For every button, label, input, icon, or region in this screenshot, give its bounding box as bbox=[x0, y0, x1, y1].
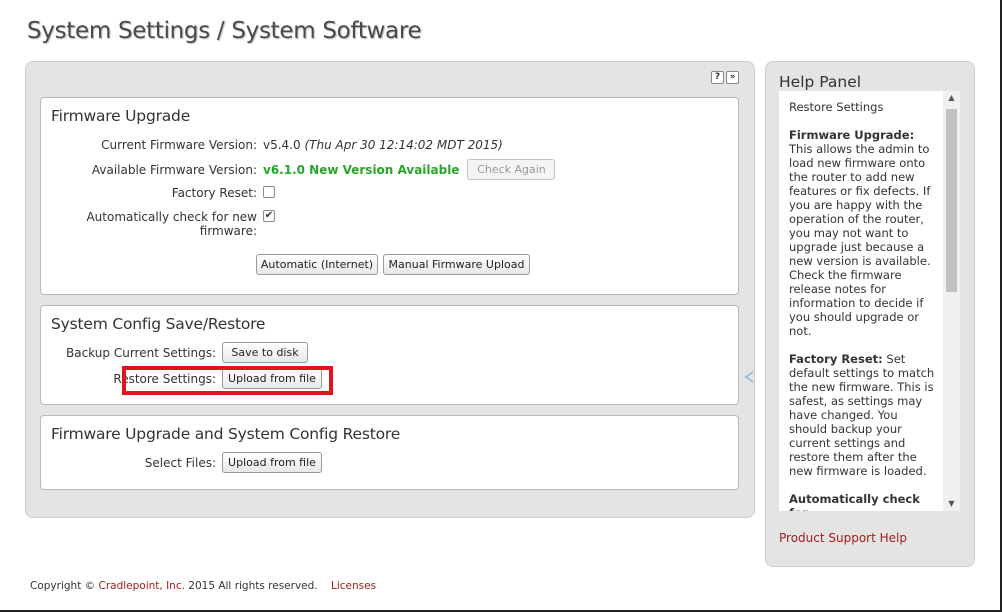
current-firmware-row: Current Firmware Version: v5.4.0 (Thu Ap… bbox=[41, 138, 503, 152]
main-panel: ? » Firmware Upgrade Current Firmware Ve… bbox=[25, 61, 755, 518]
manual-firmware-upload-button[interactable]: Manual Firmware Upload bbox=[383, 254, 530, 275]
scroll-down-icon[interactable]: ▼ bbox=[943, 497, 960, 511]
highlight-box bbox=[122, 366, 333, 395]
help-panel-title: Help Panel bbox=[779, 73, 862, 91]
help-scrollbar[interactable]: ▲ ▼ bbox=[943, 91, 960, 511]
firmware-upgrade-section: Firmware Upgrade Current Firmware Versio… bbox=[40, 97, 739, 295]
help-text: This allows the admin to load new firmwa… bbox=[789, 142, 931, 338]
available-firmware-row: Available Firmware Version: v6.1.0 New V… bbox=[41, 159, 556, 180]
help-term: Automatically check for bbox=[789, 492, 920, 511]
automatic-internet-button[interactable]: Automatic (Internet) bbox=[256, 254, 378, 275]
help-panel: Help Panel Restore Settings Firmware Upg… bbox=[765, 61, 975, 567]
factory-reset-value bbox=[263, 186, 275, 198]
help-icon[interactable]: ? bbox=[711, 71, 724, 84]
check-again-button[interactable]: Check Again bbox=[467, 159, 556, 180]
select-files-row: Select Files: Upload from file bbox=[41, 452, 322, 473]
product-support-help-link[interactable]: Product Support Help bbox=[779, 531, 907, 545]
expand-icon[interactable]: » bbox=[726, 71, 739, 84]
help-paragraph-firmware: Firmware Upgrade: This allows the admin … bbox=[789, 128, 938, 338]
help-paragraph-auto-check: Automatically check for bbox=[789, 492, 938, 511]
auto-check-checkbox[interactable]: ✔ bbox=[263, 210, 275, 222]
firmware-actions: Automatic (Internet) Manual Firmware Upl… bbox=[256, 254, 530, 275]
select-files-value: Upload from file bbox=[222, 452, 322, 473]
factory-reset-checkbox[interactable] bbox=[263, 186, 275, 198]
backup-value: Save to disk bbox=[222, 342, 308, 363]
auto-check-label-line2: firmware: bbox=[199, 224, 257, 238]
factory-reset-label: Factory Reset: bbox=[171, 186, 257, 200]
copyright-suffix: 2015 All rights reserved. bbox=[184, 580, 318, 592]
auto-check-label: Automatically check for new firmware: bbox=[41, 210, 257, 238]
auto-check-label-line1: Automatically check for new bbox=[86, 210, 257, 224]
auto-check-row: Automatically check for new firmware: ✔ bbox=[41, 210, 275, 238]
current-firmware-value: v5.4.0 (Thu Apr 30 12:14:02 MDT 2015) bbox=[263, 138, 503, 152]
current-firmware-date: (Thu Apr 30 12:14:02 MDT 2015) bbox=[304, 138, 503, 152]
help-paragraph-factory-reset: Factory Reset: Set default settings to m… bbox=[789, 352, 938, 478]
page-title: System Settings / System Software bbox=[27, 18, 422, 44]
footer: Copyright © Cradlepoint, Inc. 2015 All r… bbox=[30, 580, 376, 592]
current-firmware-label: Current Firmware Version: bbox=[101, 138, 257, 152]
panel-tools: ? » bbox=[711, 71, 739, 84]
current-firmware-version: v5.4.0 bbox=[263, 138, 301, 152]
help-heading: Restore Settings bbox=[789, 100, 884, 114]
help-term: Factory Reset: bbox=[789, 352, 883, 366]
available-firmware-value-wrap: v6.1.0 New Version Available Check Again bbox=[263, 159, 556, 180]
help-scroll-area[interactable]: Restore Settings Firmware Upgrade: This … bbox=[779, 91, 960, 511]
backup-row: Backup Current Settings: Save to disk bbox=[41, 342, 308, 363]
section-title: System Config Save/Restore bbox=[51, 315, 266, 333]
scroll-up-icon[interactable]: ▲ bbox=[943, 91, 960, 105]
copyright-prefix: Copyright © bbox=[30, 580, 99, 592]
licenses-link[interactable]: Licenses bbox=[331, 580, 376, 592]
scroll-thumb[interactable] bbox=[946, 109, 957, 292]
save-to-disk-button[interactable]: Save to disk bbox=[222, 342, 308, 363]
section-title: Firmware Upgrade and System Config Resto… bbox=[51, 425, 401, 443]
help-text: Set default settings to match the new fi… bbox=[789, 352, 935, 478]
help-content: Restore Settings Firmware Upgrade: This … bbox=[779, 91, 960, 511]
combined-upload-from-file-button[interactable]: Upload from file bbox=[222, 452, 322, 473]
collapse-arrow-icon[interactable] bbox=[744, 371, 754, 383]
backup-label: Backup Current Settings: bbox=[66, 345, 216, 360]
available-firmware-value: v6.1.0 New Version Available bbox=[263, 162, 460, 177]
available-firmware-label: Available Firmware Version: bbox=[91, 162, 257, 177]
factory-reset-row: Factory Reset: bbox=[41, 186, 275, 200]
company-link[interactable]: Cradlepoint, Inc. bbox=[98, 580, 184, 592]
section-title: Firmware Upgrade bbox=[51, 107, 191, 125]
combined-restore-section: Firmware Upgrade and System Config Resto… bbox=[40, 415, 739, 490]
help-term: Firmware Upgrade: bbox=[789, 128, 915, 142]
auto-check-value: ✔ bbox=[263, 210, 275, 222]
select-files-label: Select Files: bbox=[144, 455, 216, 470]
